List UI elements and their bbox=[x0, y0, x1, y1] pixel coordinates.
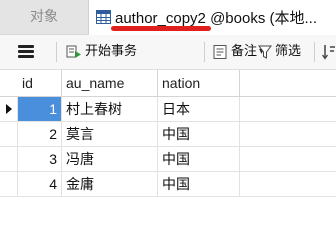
toolbar-separator bbox=[56, 42, 57, 62]
sort-icon[interactable] bbox=[322, 44, 336, 60]
cell-nation[interactable]: 中国 bbox=[158, 122, 240, 146]
cell-nation[interactable]: 中国 bbox=[158, 147, 240, 171]
transaction-icon bbox=[66, 45, 81, 58]
tab-objects[interactable]: 对象 bbox=[0, 0, 89, 34]
data-grid: id au_name nation 1 村上春树 日本 2 莫言 中国 3 冯唐… bbox=[0, 70, 336, 200]
cell-id[interactable]: 3 bbox=[18, 147, 62, 171]
cell-au-name[interactable]: 金庸 bbox=[62, 172, 158, 196]
toolbar: 开始事务 备注 ▾ 筛选 bbox=[0, 35, 336, 70]
toolbar-separator bbox=[314, 42, 315, 62]
current-row-arrow-icon bbox=[6, 104, 12, 114]
tab-bar: 对象 author_copy2 @books (本地... bbox=[0, 0, 336, 35]
row-indicator bbox=[0, 172, 18, 196]
memo-label: 备注 bbox=[231, 44, 258, 59]
cell-id[interactable]: 1 bbox=[18, 97, 62, 121]
column-header-id[interactable]: id bbox=[18, 70, 62, 96]
table-row[interactable]: 4 金庸 中国 bbox=[0, 172, 336, 197]
memo-button[interactable]: 备注 ▾ bbox=[212, 42, 264, 62]
begin-transaction-button[interactable]: 开始事务 bbox=[66, 42, 137, 62]
row-indicator bbox=[0, 147, 18, 171]
filter-label: 筛选 bbox=[275, 44, 302, 59]
table-icon bbox=[96, 10, 111, 24]
tab-table-name: author_copy2 bbox=[115, 10, 206, 27]
tab-title: author_copy2 @books (本地... bbox=[115, 7, 317, 28]
cell-id[interactable]: 4 bbox=[18, 172, 62, 196]
toolbar-separator bbox=[204, 42, 205, 62]
filter-icon bbox=[258, 45, 272, 59]
memo-icon bbox=[213, 45, 227, 59]
cell-id[interactable]: 2 bbox=[18, 122, 62, 146]
red-underline-annotation bbox=[111, 26, 211, 31]
tab-active-table[interactable]: author_copy2 @books (本地... bbox=[89, 0, 336, 35]
cell-au-name[interactable]: 冯唐 bbox=[62, 147, 158, 171]
cell-au-name[interactable]: 莫言 bbox=[62, 122, 158, 146]
cell-nation[interactable]: 中国 bbox=[158, 172, 240, 196]
menu-icon[interactable] bbox=[18, 45, 34, 59]
begin-transaction-label: 开始事务 bbox=[85, 44, 138, 59]
column-header-nation[interactable]: nation bbox=[158, 70, 240, 96]
table-row[interactable]: 2 莫言 中国 bbox=[0, 122, 336, 147]
table-row[interactable]: 3 冯唐 中国 bbox=[0, 147, 336, 172]
grid-header: id au_name nation bbox=[0, 70, 336, 97]
row-indicator bbox=[0, 97, 18, 121]
cell-nation[interactable]: 日本 bbox=[158, 97, 240, 121]
tab-db-info: @books (本地... bbox=[205, 10, 317, 27]
column-header-au-name[interactable]: au_name bbox=[62, 70, 158, 96]
filter-button[interactable]: 筛选 bbox=[258, 42, 301, 62]
table-row[interactable]: 1 村上春树 日本 bbox=[0, 97, 336, 122]
row-indicator bbox=[0, 122, 18, 146]
cell-au-name[interactable]: 村上春树 bbox=[62, 97, 158, 121]
